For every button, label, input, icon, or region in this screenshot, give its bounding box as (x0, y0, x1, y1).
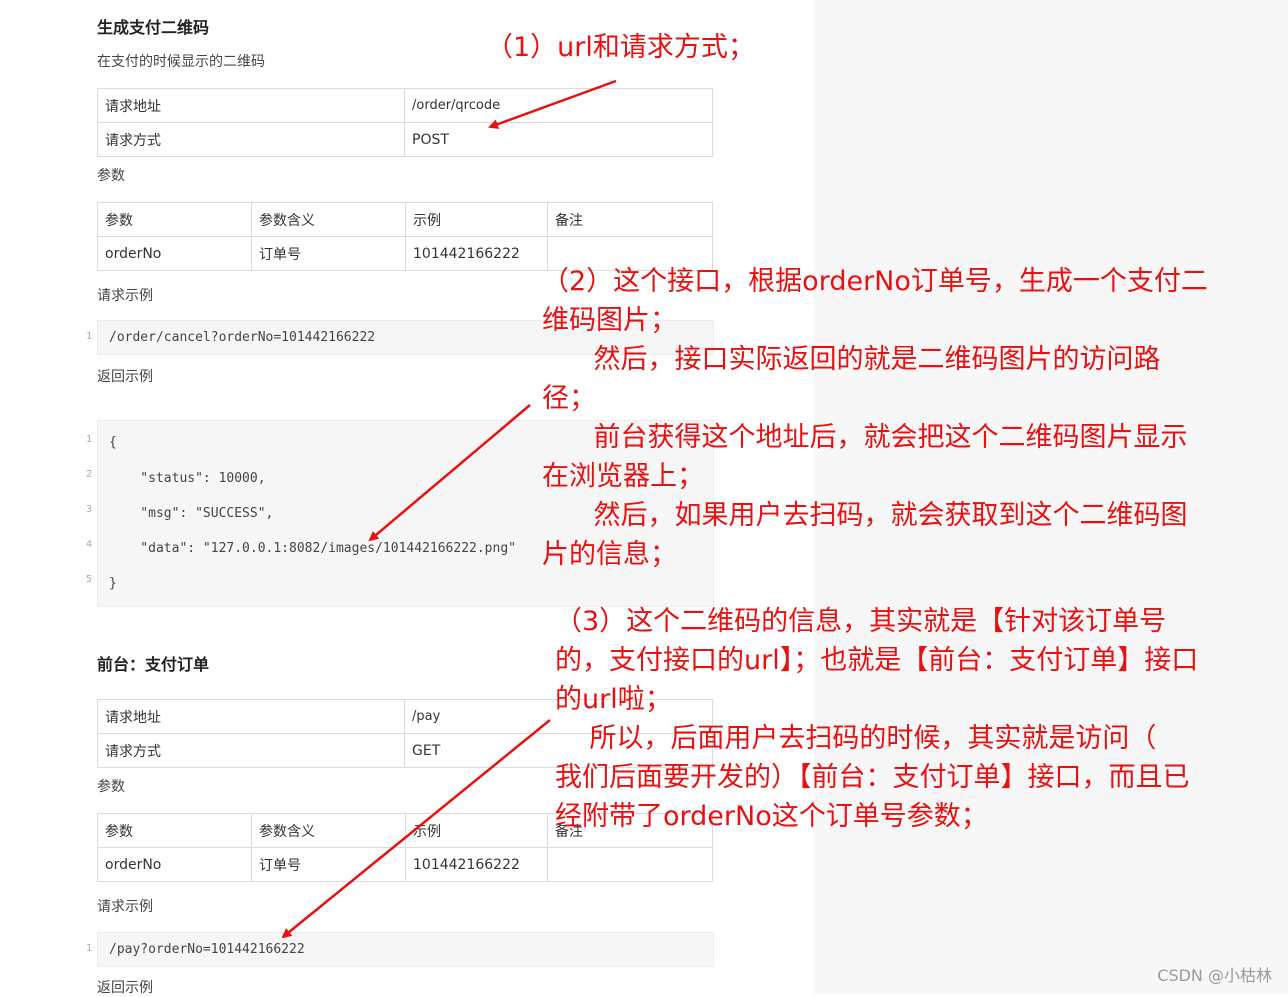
arrow-3 (281, 719, 551, 939)
annotation-line: 维码图片； (542, 305, 677, 336)
annotation-line: （3）这个二维码的信息，其实就是【针对该订单号 (555, 606, 1167, 637)
annotation-line: 然后，接口实际返回的就是二维码图片的访问路 (542, 344, 1161, 375)
arrow-1 (488, 79, 617, 129)
annotation-line: （2）这个接口，根据orderNo订单号，生成一个支付二 (542, 266, 1208, 297)
annotation-line: 径； (542, 383, 596, 414)
annotation-line: 经附带了orderNo这个订单号参数； (555, 801, 988, 832)
annotation-note-1: （1）url和请求方式； (486, 32, 755, 63)
csdn-watermark: CSDN @小枯林 (1157, 966, 1272, 985)
annotation-note-2: （2）这个接口，根据orderNo订单号，生成一个支付二 维码图片； 然后，接口… (542, 262, 1208, 574)
annotation-line: 所以，后面用户去扫码的时候，其实就是访问（ (555, 723, 1157, 754)
annotation-line: 片的信息； (542, 539, 677, 570)
annotation-line: 的url啦； (555, 684, 672, 715)
annotation-line: 在浏览器上； (542, 461, 704, 492)
annotation-line: 的，支付接口的url】；也就是【前台：支付订单】接口 (555, 645, 1199, 676)
arrow-2 (368, 404, 531, 542)
annotation-line: 前台获得这个地址后，就会把这个二维码图片显示 (542, 422, 1188, 453)
annotation-line: 然后，如果用户去扫码，就会获取到这个二维码图 (542, 500, 1188, 531)
annotation-note-3: （3）这个二维码的信息，其实就是【针对该订单号 的，支付接口的url】；也就是【… (555, 602, 1198, 836)
annotation-line: 我们后面要开发的）【前台：支付订单】接口，而且已 (555, 762, 1190, 793)
